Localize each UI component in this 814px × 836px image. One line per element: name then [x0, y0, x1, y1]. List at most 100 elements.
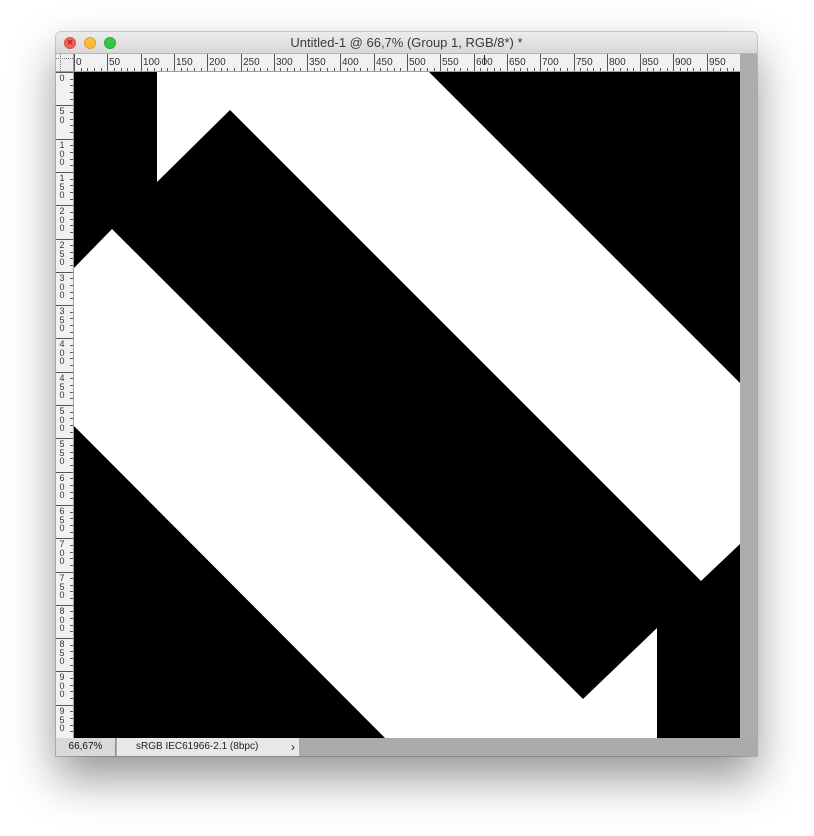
ruler-tick: [70, 119, 73, 120]
vertical-scroll-track[interactable]: [740, 54, 757, 738]
ruler-label: 700: [542, 57, 559, 68]
window-title: Untitled-1 @ 66,7% (Group 1, RGB/8*) *: [290, 35, 523, 50]
ruler-tick: [254, 68, 255, 71]
ruler-tick: [693, 68, 694, 71]
ruler-tick: [633, 68, 634, 71]
ruler-label: 100: [143, 57, 160, 68]
ruler-tick: [70, 465, 73, 466]
ruler-tick: [70, 385, 73, 386]
ruler-label: 100: [59, 140, 65, 168]
ruler-tick: [687, 68, 688, 71]
ruler-tick: [70, 418, 73, 419]
ruler-tick: [70, 678, 73, 679]
ruler-tick: [627, 68, 628, 71]
title-bar[interactable]: × Untitled-1 @ 66,7% (Group 1, RGB/8*) *: [56, 32, 757, 54]
ruler-tick: [70, 132, 73, 133]
ruler-tick: [620, 68, 621, 71]
ruler-tick: [334, 68, 335, 71]
ruler-tick: [70, 92, 73, 93]
ruler-tick: [114, 68, 115, 71]
ruler-tick: [287, 68, 288, 71]
ruler-tick: [574, 54, 575, 71]
ruler-tick: [474, 54, 475, 71]
document-window: × Untitled-1 @ 66,7% (Group 1, RGB/8*) *…: [56, 32, 757, 756]
ruler-tick: [367, 68, 368, 71]
ruler-tick: [70, 631, 73, 632]
ruler-tick: [70, 265, 73, 266]
ruler-tick: [70, 378, 73, 379]
ruler-tick: [70, 292, 73, 293]
ruler-tick: [527, 68, 528, 71]
ruler-tick: [70, 345, 73, 346]
ruler-tick: [141, 54, 142, 71]
document-canvas[interactable]: [74, 72, 740, 738]
ruler-tick: [314, 68, 315, 71]
ruler-tick: [580, 68, 581, 71]
ruler-tick: [70, 358, 73, 359]
ruler-tick: [434, 68, 435, 71]
ruler-tick: [400, 68, 401, 71]
ruler-tick: [227, 68, 228, 71]
ruler-label: 900: [675, 57, 692, 68]
ruler-tick: [420, 68, 421, 71]
document-profile-info: sRGB IEC61966-2.1 (8bpc): [117, 738, 299, 756]
ruler-tick: [87, 68, 88, 71]
ruler-tick: [733, 68, 734, 71]
ruler-tick: [540, 54, 541, 71]
ruler-tick: [260, 68, 261, 71]
ruler-tick: [70, 318, 73, 319]
ruler-tick: [360, 68, 361, 71]
ruler-tick: [70, 258, 73, 259]
ruler-tick: [494, 68, 495, 71]
ruler-tick: [534, 68, 535, 71]
ruler-origin[interactable]: [56, 54, 74, 72]
ruler-tick: [70, 711, 73, 712]
ruler-tick: [480, 68, 481, 71]
ruler-tick: [454, 68, 455, 71]
chevron-right-icon[interactable]: ›: [288, 738, 298, 756]
ruler-tick: [70, 478, 73, 479]
ruler-tick: [70, 432, 73, 433]
ruler-tick: [387, 68, 388, 71]
vertical-ruler[interactable]: 0 50 100 150 200 250 300 350 400 450 500 550 600 650 7…: [56, 72, 74, 738]
ruler-tick: [70, 352, 73, 353]
ruler-label: 450: [376, 57, 393, 68]
ruler-tick: [241, 54, 242, 71]
canvas-artwork: [74, 72, 740, 738]
ruler-tick: [70, 718, 73, 719]
ruler-tick: [70, 332, 73, 333]
ruler-label: 650: [59, 506, 65, 534]
ruler-tick: [81, 68, 82, 71]
ruler-tick: [70, 412, 73, 413]
ruler-label: 850: [59, 639, 65, 667]
ruler-tick: [70, 731, 73, 732]
ruler-tick: [181, 68, 182, 71]
ruler-tick: [70, 192, 73, 193]
ruler-tick: [70, 245, 73, 246]
ruler-tick: [347, 68, 348, 71]
horizontal-ruler[interactable]: 0 50 100 150 200 250 300 350 400 450 500 550 600 650 7…: [74, 54, 740, 72]
ruler-tick: [214, 68, 215, 71]
ruler-tick: [613, 68, 614, 71]
ruler-tick: [70, 591, 73, 592]
ruler-label: 0: [76, 57, 82, 68]
ruler-tick: [70, 145, 73, 146]
ruler-tick: [640, 54, 641, 71]
ruler-tick: [70, 312, 73, 313]
ruler-label: 400: [59, 339, 65, 367]
ruler-tick: [440, 54, 441, 71]
ruler-tick: [70, 685, 73, 686]
ruler-tick: [70, 112, 73, 113]
ruler-label: 200: [59, 206, 65, 234]
ruler-tick: [70, 298, 73, 299]
zoom-level-field[interactable]: 66,67%: [56, 738, 116, 756]
ruler-tick: [487, 68, 488, 71]
ruler-label: 200: [209, 57, 226, 68]
ruler-tick: [70, 651, 73, 652]
ruler-tick: [127, 68, 128, 71]
ruler-tick: [70, 392, 73, 393]
ruler-tick: [70, 199, 73, 200]
ruler-tick: [70, 565, 73, 566]
ruler-tick: [514, 68, 515, 71]
status-bar: 66,67% sRGB IEC61966-2.1 (8bpc) ›: [56, 738, 757, 756]
